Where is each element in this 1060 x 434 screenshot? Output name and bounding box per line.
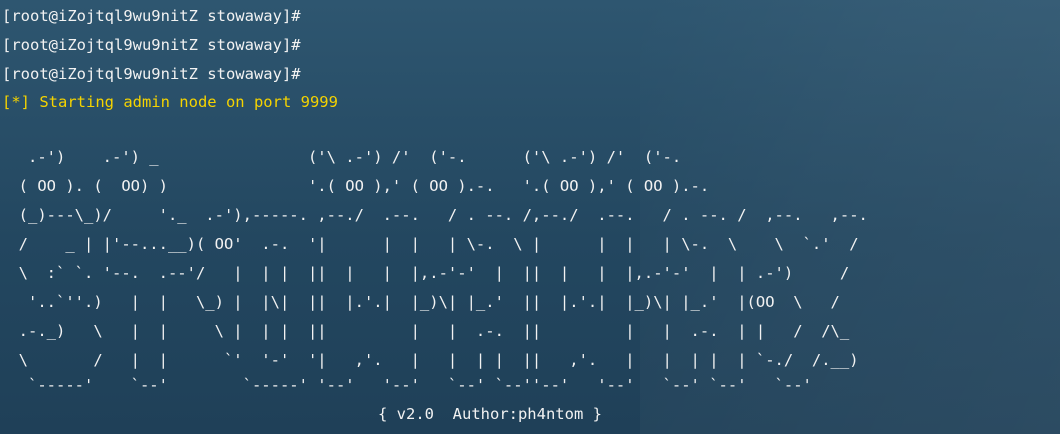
banner-line-7: .-._) \ | | \ | | | || | | .-. || | | .-… xyxy=(0,322,850,340)
banner-line-5: \ :` `. '--. .--'/ | | | || | | |,.-'-' … xyxy=(0,264,850,282)
prompt-line-2: [root@iZojtql9wu9nitZ stowaway]# xyxy=(2,36,301,54)
banner-line-3: (_)---\_)/ '._ .-'),-----. ,--./ .--. / … xyxy=(0,206,868,224)
banner-line-4: / _ | |'--...__)( OO' .-. '| | | | \-. \… xyxy=(0,235,859,253)
banner-line-6: '..`''.) | | \_) | |\| || |.'.| |_)\| |_… xyxy=(0,293,840,311)
version-author-line: { v2.0 Author:ph4ntom } xyxy=(378,405,602,423)
prompt-line-3: [root@iZojtql9wu9nitZ stowaway]# xyxy=(2,65,301,83)
terminal-window[interactable]: [root@iZojtql9wu9nitZ stowaway]# [root@i… xyxy=(0,0,1060,434)
status-line: [*] Starting admin node on port 9999 xyxy=(2,93,338,111)
prompt-line-1: [root@iZojtql9wu9nitZ stowaway]# xyxy=(2,7,301,25)
banner-line-8: \ / | | `' '-' '| ,'. | | | | || ,'. | |… xyxy=(0,351,859,369)
banner-line-2: ( OO ). ( OO) ) '.( OO ),' ( OO ).-. '.(… xyxy=(0,177,710,195)
banner-line-9: `-----' `--' `-----' '--' '--' `--' `--'… xyxy=(0,376,812,394)
banner-line-1: .-') .-') _ ('\ .-') /' ('-. ('\ .-') /'… xyxy=(0,148,682,166)
